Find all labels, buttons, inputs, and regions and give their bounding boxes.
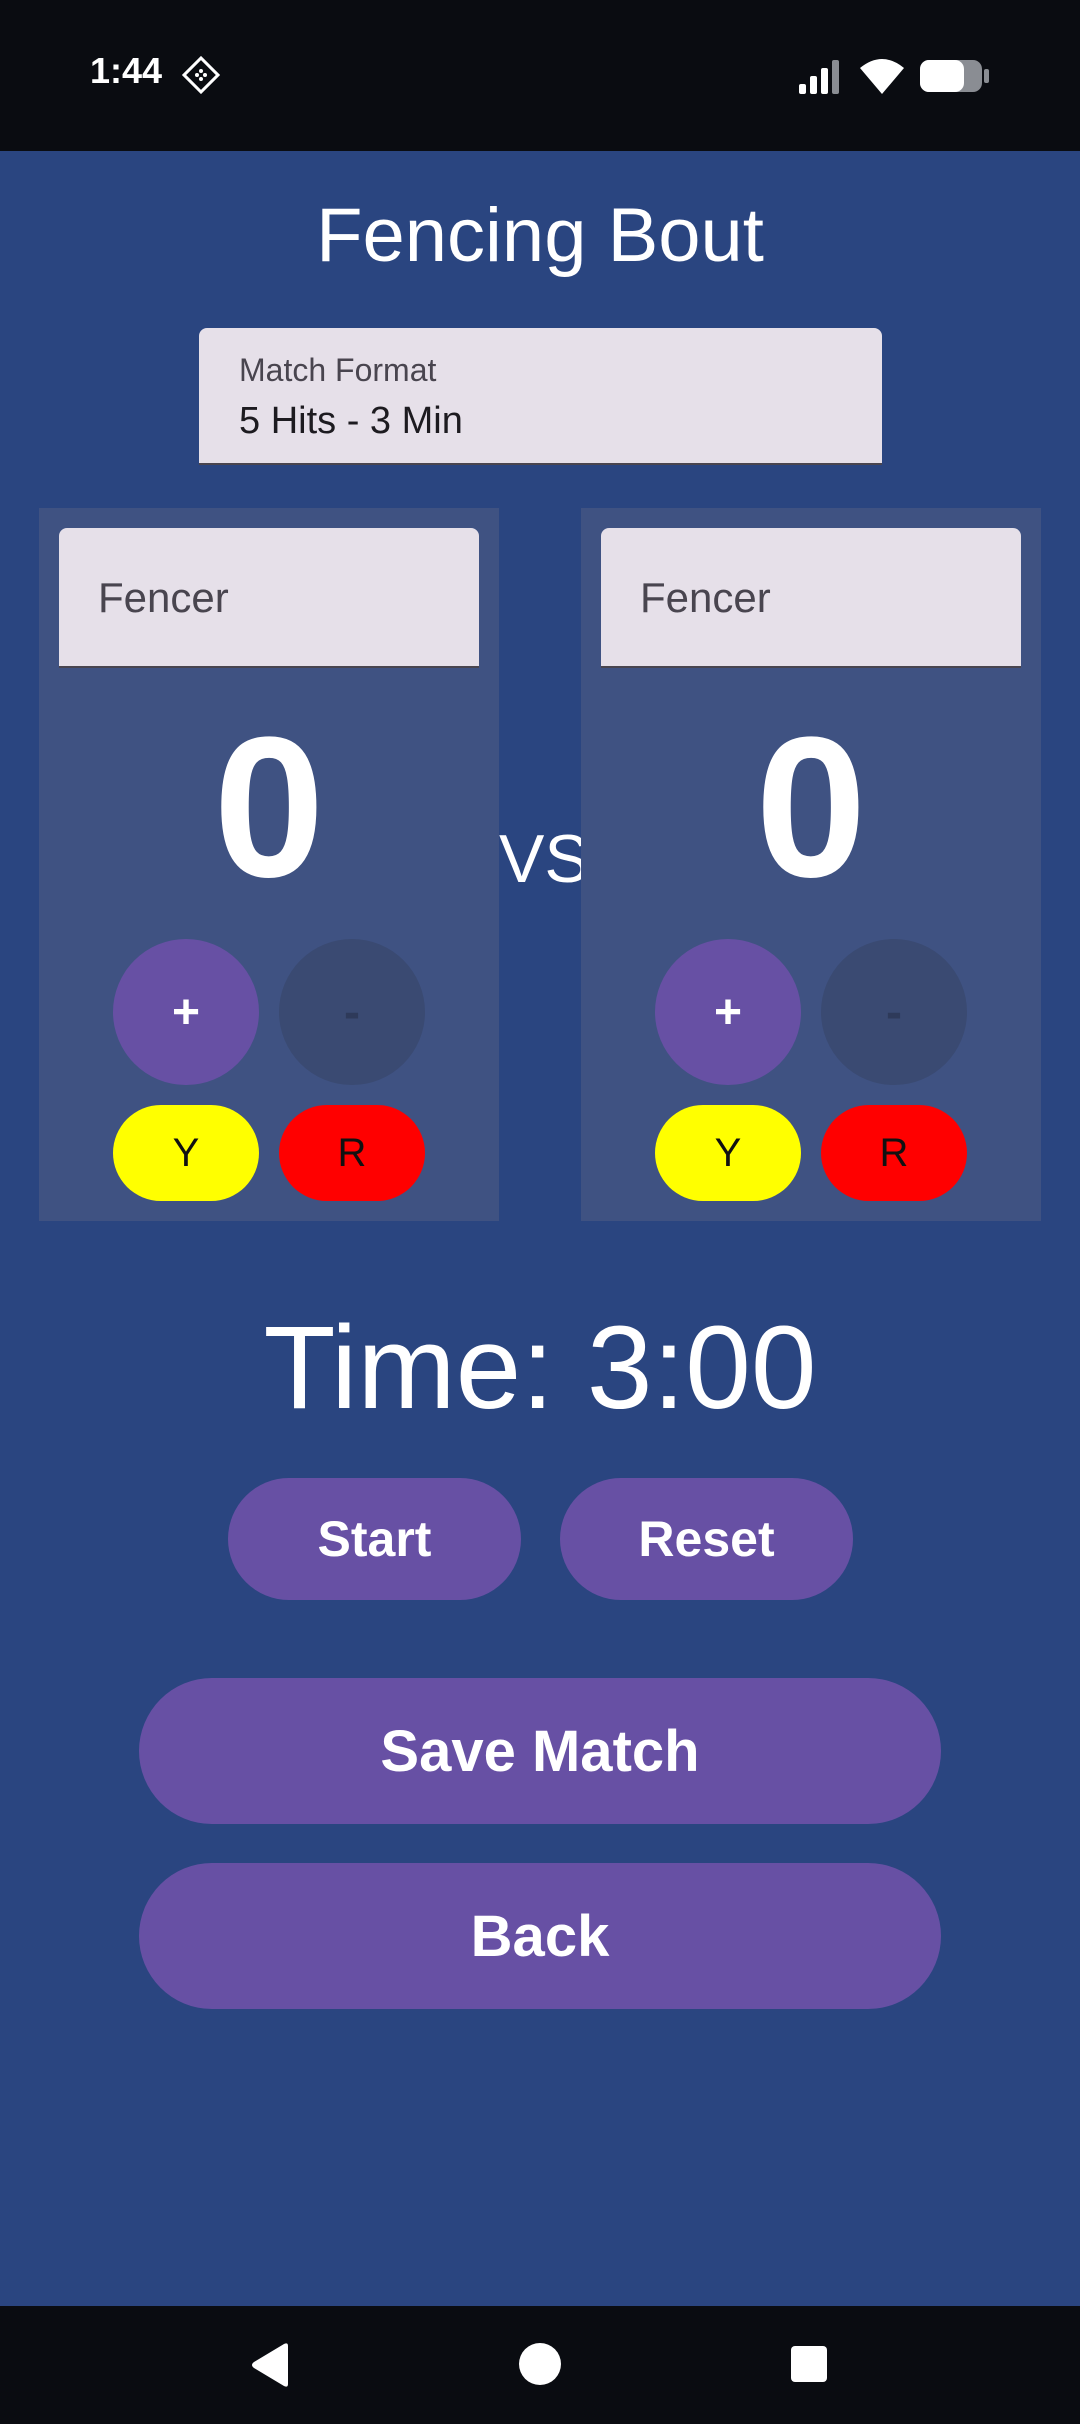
battery-icon (920, 60, 989, 92)
status-bar: 1:44 (0, 0, 1080, 151)
fencer-name-placeholder: Fencer (98, 574, 229, 621)
fencer-name-placeholder: Fencer (640, 574, 771, 621)
nav-recents-icon[interactable] (791, 2346, 827, 2382)
yellow-card-button-right[interactable]: Y (655, 1105, 801, 1201)
match-format-label: Match Format (239, 352, 437, 388)
start-timer-button[interactable]: Start (228, 1478, 521, 1600)
remove-point-button-left[interactable]: - (279, 939, 425, 1085)
fencer-card-right: Fencer 0 + - Y R (581, 508, 1041, 1221)
diamond-icon (182, 56, 220, 94)
timer-display: Time: 3:00 (263, 1302, 817, 1434)
fencer-card-left: Fencer 0 + - Y R (39, 508, 499, 1221)
signal-icon (799, 60, 839, 94)
system-nav-bar (0, 2306, 1080, 2424)
wifi-icon (860, 59, 904, 94)
red-card-button-left[interactable]: R (279, 1105, 425, 1201)
nav-home-icon[interactable] (519, 2343, 561, 2385)
score-right: 0 (755, 696, 867, 919)
match-format-value: 5 Hits - 3 Min (239, 400, 463, 442)
remove-point-button-right[interactable]: - (821, 939, 967, 1085)
reset-timer-button[interactable]: Reset (560, 1478, 853, 1600)
add-point-button-left[interactable]: + (113, 939, 259, 1085)
vs-label: VS (499, 821, 590, 897)
match-format-select[interactable]: Match Format 5 Hits - 3 Min (199, 328, 882, 465)
back-button[interactable]: Back (139, 1863, 941, 2009)
save-match-button[interactable]: Save Match (139, 1678, 941, 1824)
red-card-button-right[interactable]: R (821, 1105, 967, 1201)
status-time: 1:44 (90, 50, 163, 91)
yellow-card-button-left[interactable]: Y (113, 1105, 259, 1201)
fencer-name-input-left[interactable]: Fencer (59, 528, 479, 668)
fencer-name-input-right[interactable]: Fencer (601, 528, 1021, 668)
nav-back-icon[interactable] (248, 2342, 292, 2388)
add-point-button-right[interactable]: + (655, 939, 801, 1085)
score-left: 0 (213, 696, 325, 919)
page-title: Fencing Bout (316, 193, 764, 278)
